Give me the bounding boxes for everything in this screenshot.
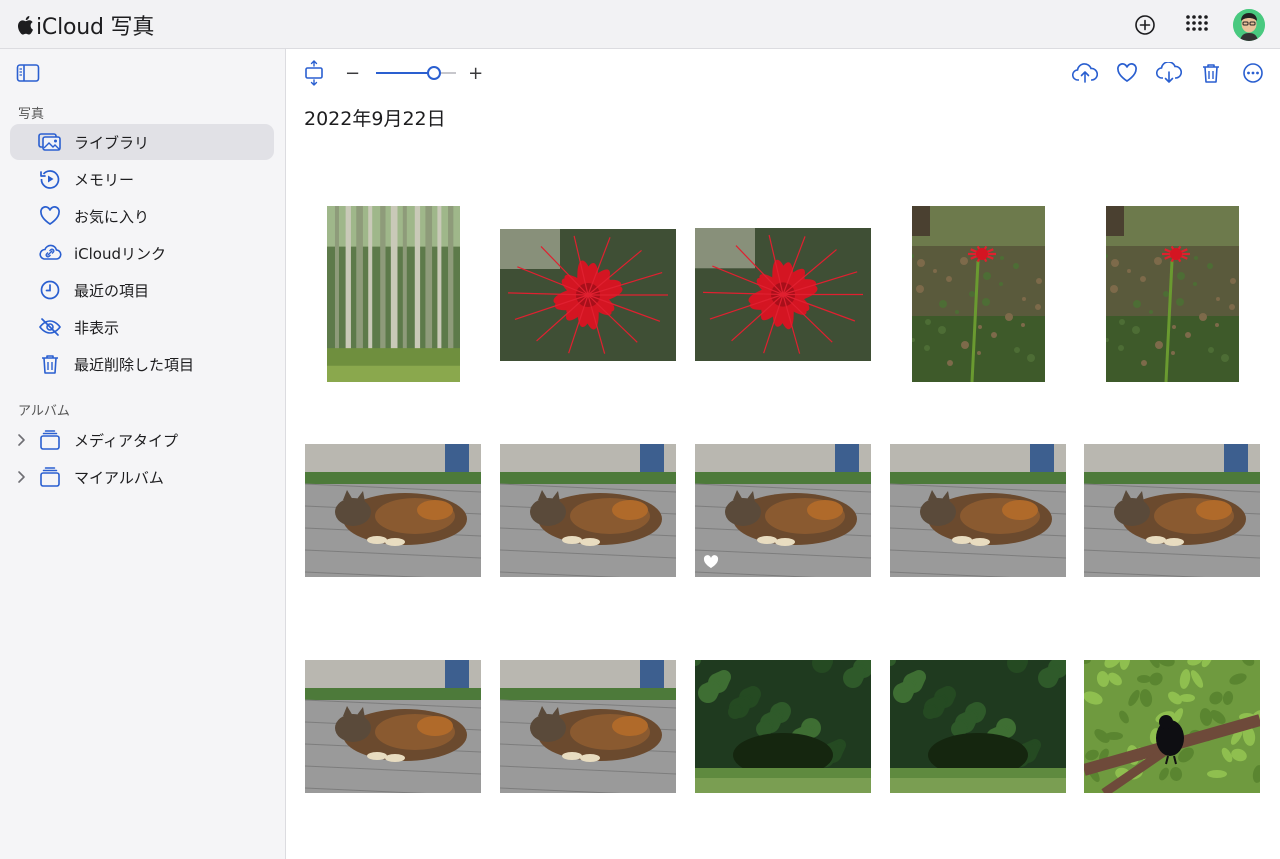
- photo-thumbnail[interactable]: [327, 206, 460, 382]
- zoom-slider[interactable]: [376, 63, 457, 83]
- sidebar-item-label: お気に入り: [74, 207, 150, 226]
- album-stack-icon: [38, 428, 62, 452]
- sidebar-item-memories[interactable]: メモリー: [10, 161, 274, 197]
- photo-thumbnail[interactable]: [500, 444, 676, 577]
- photo-thumbnail[interactable]: [305, 444, 481, 577]
- more-icon[interactable]: [1240, 60, 1266, 86]
- photo-thumbnail[interactable]: [1084, 660, 1260, 793]
- trash-icon[interactable]: [1198, 60, 1224, 86]
- link-icon: [38, 241, 62, 265]
- top-bar: iCloud 写真: [0, 0, 1280, 49]
- album-stack-icon: [38, 465, 62, 489]
- apple-logo-icon: [18, 16, 33, 35]
- library-icon: [38, 130, 62, 154]
- sidebar-item-label: 最近削除した項目: [74, 355, 195, 374]
- photo-thumbnail[interactable]: [1106, 206, 1239, 382]
- sidebar-item-media-types[interactable]: メディアタイプ: [10, 422, 274, 458]
- photo-thumbnail[interactable]: [500, 229, 676, 361]
- sidebar-item-favorites[interactable]: お気に入り: [10, 198, 274, 234]
- sidebar-toggle-icon[interactable]: [16, 63, 40, 83]
- photo-thumbnail[interactable]: [305, 660, 481, 793]
- photo-thumbnail[interactable]: [500, 660, 676, 793]
- chevron-right-icon[interactable]: [14, 470, 28, 484]
- zoom-in-button[interactable]: +: [468, 63, 483, 84]
- upload-icon[interactable]: [1072, 60, 1098, 86]
- albums-section-header: アルバム: [18, 404, 70, 419]
- photo-thumbnail[interactable]: [890, 444, 1066, 577]
- sidebar-item-my-albums[interactable]: マイアルバム: [10, 459, 274, 495]
- avatar: [1233, 9, 1265, 41]
- photo-thumbnail[interactable]: [912, 206, 1045, 382]
- zoom-slider-thumb[interactable]: [426, 66, 441, 80]
- clock-icon: [38, 278, 62, 302]
- photo-thumbnail[interactable]: [695, 228, 871, 361]
- sidebar-item-recently-deleted[interactable]: 最近削除した項目: [10, 346, 274, 382]
- favorite-heart-icon[interactable]: [1114, 60, 1140, 86]
- photos-section-header: 写真: [18, 107, 45, 122]
- add-icon[interactable]: [1128, 8, 1162, 42]
- heart-icon: [38, 204, 62, 228]
- chevron-right-icon[interactable]: [14, 433, 28, 447]
- main-content: − + 2022年9月22日: [287, 49, 1280, 859]
- zoom-slider-fill: [376, 72, 434, 74]
- sidebar-item-label: メモリー: [74, 170, 135, 189]
- memories-icon: [38, 167, 62, 191]
- sidebar-item-icloud-links[interactable]: iCloudリンク: [10, 235, 274, 271]
- photo-thumbnail[interactable]: [695, 660, 871, 793]
- app-brand[interactable]: iCloud 写真: [16, 10, 154, 40]
- aspect-toggle-icon[interactable]: [303, 60, 325, 86]
- avatar-button[interactable]: [1232, 8, 1266, 42]
- sidebar-item-label: 最近の項目: [74, 281, 150, 300]
- sidebar-item-library[interactable]: ライブラリ: [10, 124, 274, 160]
- photo-thumbnail[interactable]: [695, 444, 871, 577]
- app-grid-icon[interactable]: [1180, 8, 1214, 42]
- photo-thumbnail[interactable]: [890, 660, 1066, 793]
- sidebar-item-hidden[interactable]: 非表示: [10, 309, 274, 345]
- app-title: iCloud 写真: [36, 15, 155, 40]
- sidebar: 写真 ライブラリ メモリー お気に入り iCloudリンク 最近の項目 非表示: [0, 49, 286, 859]
- photo-thumbnail[interactable]: [1084, 444, 1260, 577]
- download-icon[interactable]: [1156, 60, 1182, 86]
- sidebar-item-label: マイアルバム: [74, 468, 164, 487]
- sidebar-item-recents[interactable]: 最近の項目: [10, 272, 274, 308]
- sidebar-item-label: 非表示: [74, 318, 120, 337]
- sidebar-item-label: ライブラリ: [74, 133, 150, 152]
- eye-slash-icon: [38, 315, 62, 339]
- sidebar-item-label: iCloudリンク: [74, 244, 167, 263]
- date-heading: 2022年9月22日: [304, 108, 446, 130]
- sidebar-item-label: メディアタイプ: [74, 431, 178, 450]
- zoom-out-button[interactable]: −: [345, 63, 360, 84]
- trash-icon: [38, 352, 62, 376]
- favorite-badge-icon: [703, 555, 719, 568]
